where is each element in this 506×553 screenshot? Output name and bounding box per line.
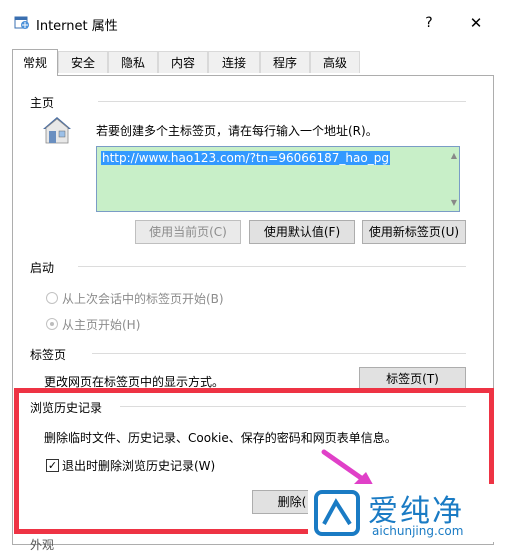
tabs-group-divider (92, 353, 466, 354)
use-current-button[interactable]: 使用当前页(C) (135, 220, 241, 244)
internet-properties-dialog: Internet 属性 ? ✕ 常规 安全 隐私 内容 连接 程序 高级 主页 … (0, 0, 506, 552)
tabs-group-title: 标签页 (30, 346, 71, 363)
home-group-title: 主页 (30, 94, 59, 111)
home-page-textarea[interactable]: http://www.hao123.com/?tn=96066187_hao_p… (96, 146, 460, 212)
window-title: Internet 属性 (36, 19, 118, 34)
home-page-url: http://www.hao123.com/?tn=96066187_hao_p… (101, 151, 390, 165)
title-bar: Internet 属性 ? ✕ (0, 0, 506, 44)
close-button[interactable]: ✕ (458, 10, 494, 36)
tab-content[interactable]: 内容 (158, 51, 208, 73)
watermark-url: aichunjing.com (372, 524, 464, 538)
tab-general[interactable]: 常规 (12, 49, 58, 76)
startup-home-label: 从主页开始(H) (62, 318, 141, 332)
tab-advanced[interactable]: 高级 (310, 51, 360, 73)
tab-privacy[interactable]: 隐私 (108, 51, 158, 73)
tab-connections[interactable]: 连接 (208, 51, 260, 73)
startup-last-session-radio[interactable] (46, 292, 58, 304)
appearance-group-title: 外观 (30, 538, 55, 552)
help-button[interactable]: ? (414, 10, 444, 36)
scroll-up-icon[interactable]: ▲ (451, 151, 457, 160)
use-default-button[interactable]: 使用默认值(F) (249, 220, 355, 244)
startup-last-session-label: 从上次会话中的标签页开始(B) (62, 292, 224, 306)
home-description: 若要创建多个主标签页，请在每行输入一个地址(R)。 (96, 124, 378, 138)
startup-group-title: 启动 (30, 259, 59, 276)
use-new-tab-button[interactable]: 使用新标签页(U) (362, 220, 466, 244)
startup-home-radio[interactable] (46, 318, 58, 330)
house-icon (43, 117, 71, 144)
home-group-divider (98, 101, 466, 102)
watermark: 爱纯净 aichunjing.com (308, 484, 504, 542)
tab-programs[interactable]: 程序 (260, 51, 310, 73)
watermark-logo-icon (314, 490, 360, 536)
tab-security[interactable]: 安全 (58, 51, 108, 73)
scroll-down-icon[interactable]: ▼ (451, 198, 457, 207)
startup-group-divider (78, 266, 466, 267)
internet-options-icon (14, 16, 29, 29)
